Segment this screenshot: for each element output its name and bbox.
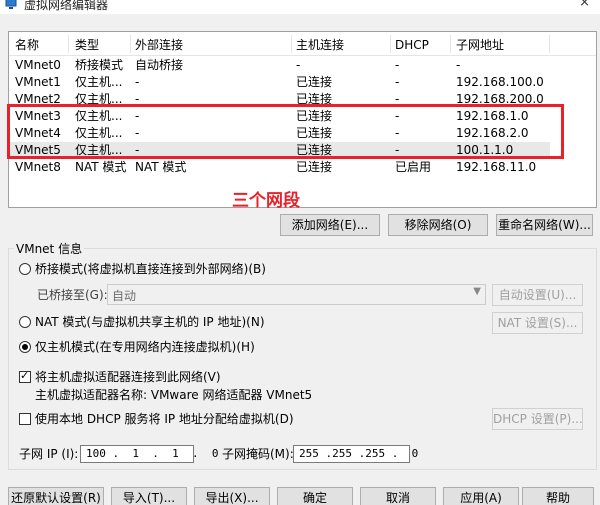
cell-dhcp: 已启用 (395, 160, 432, 174)
subnet-ip-label: 子网 IP (I): (19, 447, 79, 461)
auto-settings-button[interactable]: 自动设置(U)... (492, 284, 583, 306)
rename-network-button[interactable]: 重命名网络(W)... (496, 214, 593, 236)
bridged-to-value: 自动 (112, 289, 137, 303)
import-button[interactable]: 导入(T)... (111, 487, 187, 505)
column-separator[interactable] (549, 35, 550, 53)
close-icon[interactable]: × (579, 0, 590, 10)
table-row[interactable]: VMnet1 仅主机... - 已连接 - 192.168.100.0 (9, 74, 596, 91)
table-row[interactable]: VMnet8 NAT 模式 NAT 模式 已连接 已启用 192.168.11.… (9, 159, 596, 176)
bridged-mode-radio[interactable] (19, 263, 31, 275)
cell-external: 自动桥接 (135, 58, 184, 72)
nat-mode-label[interactable]: NAT 模式(与虚拟机共享主机的 IP 地址)(N) (35, 314, 265, 330)
subnet-mask-input[interactable]: 255 .255 .255 . 0 (293, 445, 418, 463)
host-only-mode-radio[interactable] (19, 341, 31, 353)
use-dhcp-checkbox[interactable] (19, 413, 31, 425)
vmnet-info-group (8, 248, 597, 470)
network-editor-icon (5, 0, 17, 9)
host-only-mode-label[interactable]: 仅主机模式(在专用网络内连接虚拟机)(H) (35, 339, 255, 355)
subnet-mask-label: 子网掩码(M): (222, 447, 294, 461)
remove-network-button[interactable]: 移除网络(O) (388, 214, 488, 236)
vmnet-info-title: VMnet 信息 (14, 240, 85, 257)
ok-button[interactable]: 确定 (277, 487, 353, 505)
column-header-type[interactable]: 类型 (75, 37, 99, 53)
dhcp-settings-button[interactable]: DHCP 设置(P)... (492, 408, 583, 430)
export-button[interactable]: 导出(X)... (194, 487, 270, 505)
column-separator[interactable] (390, 35, 391, 53)
cell-host: 已连接 (296, 75, 333, 89)
cell-dhcp: - (395, 75, 400, 89)
add-network-button[interactable]: 添加网络(E)... (280, 214, 380, 236)
column-separator[interactable] (130, 35, 131, 53)
bridged-to-label: 已桥接至(G): (37, 288, 108, 302)
connect-host-adapter-label[interactable]: 将主机虚拟适配器连接到此网络(V) (35, 369, 221, 385)
cell-subnet: 192.168.11.0 (456, 160, 537, 174)
cell-external: - (135, 75, 140, 89)
cell-name: VMnet8 (15, 160, 61, 174)
window-title: 虚拟网络编辑器 (24, 0, 109, 12)
help-button[interactable]: 帮助 (522, 487, 594, 505)
cancel-button[interactable]: 取消 (360, 487, 436, 505)
nat-mode-radio[interactable] (19, 316, 31, 328)
cell-external: NAT 模式 (135, 160, 187, 174)
chevron-down-icon: ▼ (473, 286, 481, 297)
bridged-mode-label[interactable]: 桥接模式(将虚拟机直接连接到外部网络)(B) (35, 261, 266, 277)
cell-type: NAT 模式 (75, 160, 127, 174)
cell-name: VMnet0 (15, 58, 61, 72)
column-separator[interactable] (291, 35, 292, 53)
column-header-host[interactable]: 主机连接 (296, 37, 344, 53)
column-header-name[interactable]: 名称 (15, 37, 39, 53)
subnet-ip-input[interactable]: 100 . 1 . 1 . 0 (80, 445, 218, 463)
cell-type: 桥接模式 (75, 58, 124, 72)
cell-name: VMnet1 (15, 75, 61, 89)
connect-host-adapter-checkbox[interactable] (19, 369, 31, 383)
cell-dhcp: - (395, 58, 400, 72)
apply-button[interactable]: 应用(A) (443, 487, 519, 505)
column-header-dhcp[interactable]: DHCP (395, 37, 429, 53)
cell-subnet: - (456, 58, 461, 72)
column-header-external[interactable]: 外部连接 (135, 37, 183, 53)
use-dhcp-label[interactable]: 使用本地 DHCP 服务将 IP 地址分配给虚拟机(D) (35, 411, 294, 427)
title-bar: 虚拟网络编辑器 × (0, 0, 600, 14)
column-separator[interactable] (450, 35, 451, 53)
bridged-to-select[interactable]: 自动 ▼ (107, 284, 486, 305)
annotation-text: 三个网段 (232, 191, 300, 211)
cell-subnet: 192.168.100.0 (456, 75, 544, 89)
cell-host: 已连接 (296, 160, 333, 174)
table-header: 名称 类型 外部连接 主机连接 DHCP 子网地址 (9, 32, 596, 56)
nat-settings-button[interactable]: NAT 设置(S)... (492, 312, 583, 334)
table-row[interactable]: VMnet0 桥接模式 自动桥接 - - - (9, 57, 596, 74)
cell-type: 仅主机... (75, 75, 123, 89)
cell-host: - (296, 58, 301, 72)
column-separator[interactable] (68, 35, 69, 53)
restore-defaults-button[interactable]: 还原默认设置(R) (8, 487, 104, 505)
annotation-highlight-box (7, 104, 564, 159)
host-adapter-name-label: 主机虚拟适配器名称: VMware 网络适配器 VMnet5 (35, 388, 313, 402)
column-header-subnet[interactable]: 子网地址 (456, 37, 504, 53)
